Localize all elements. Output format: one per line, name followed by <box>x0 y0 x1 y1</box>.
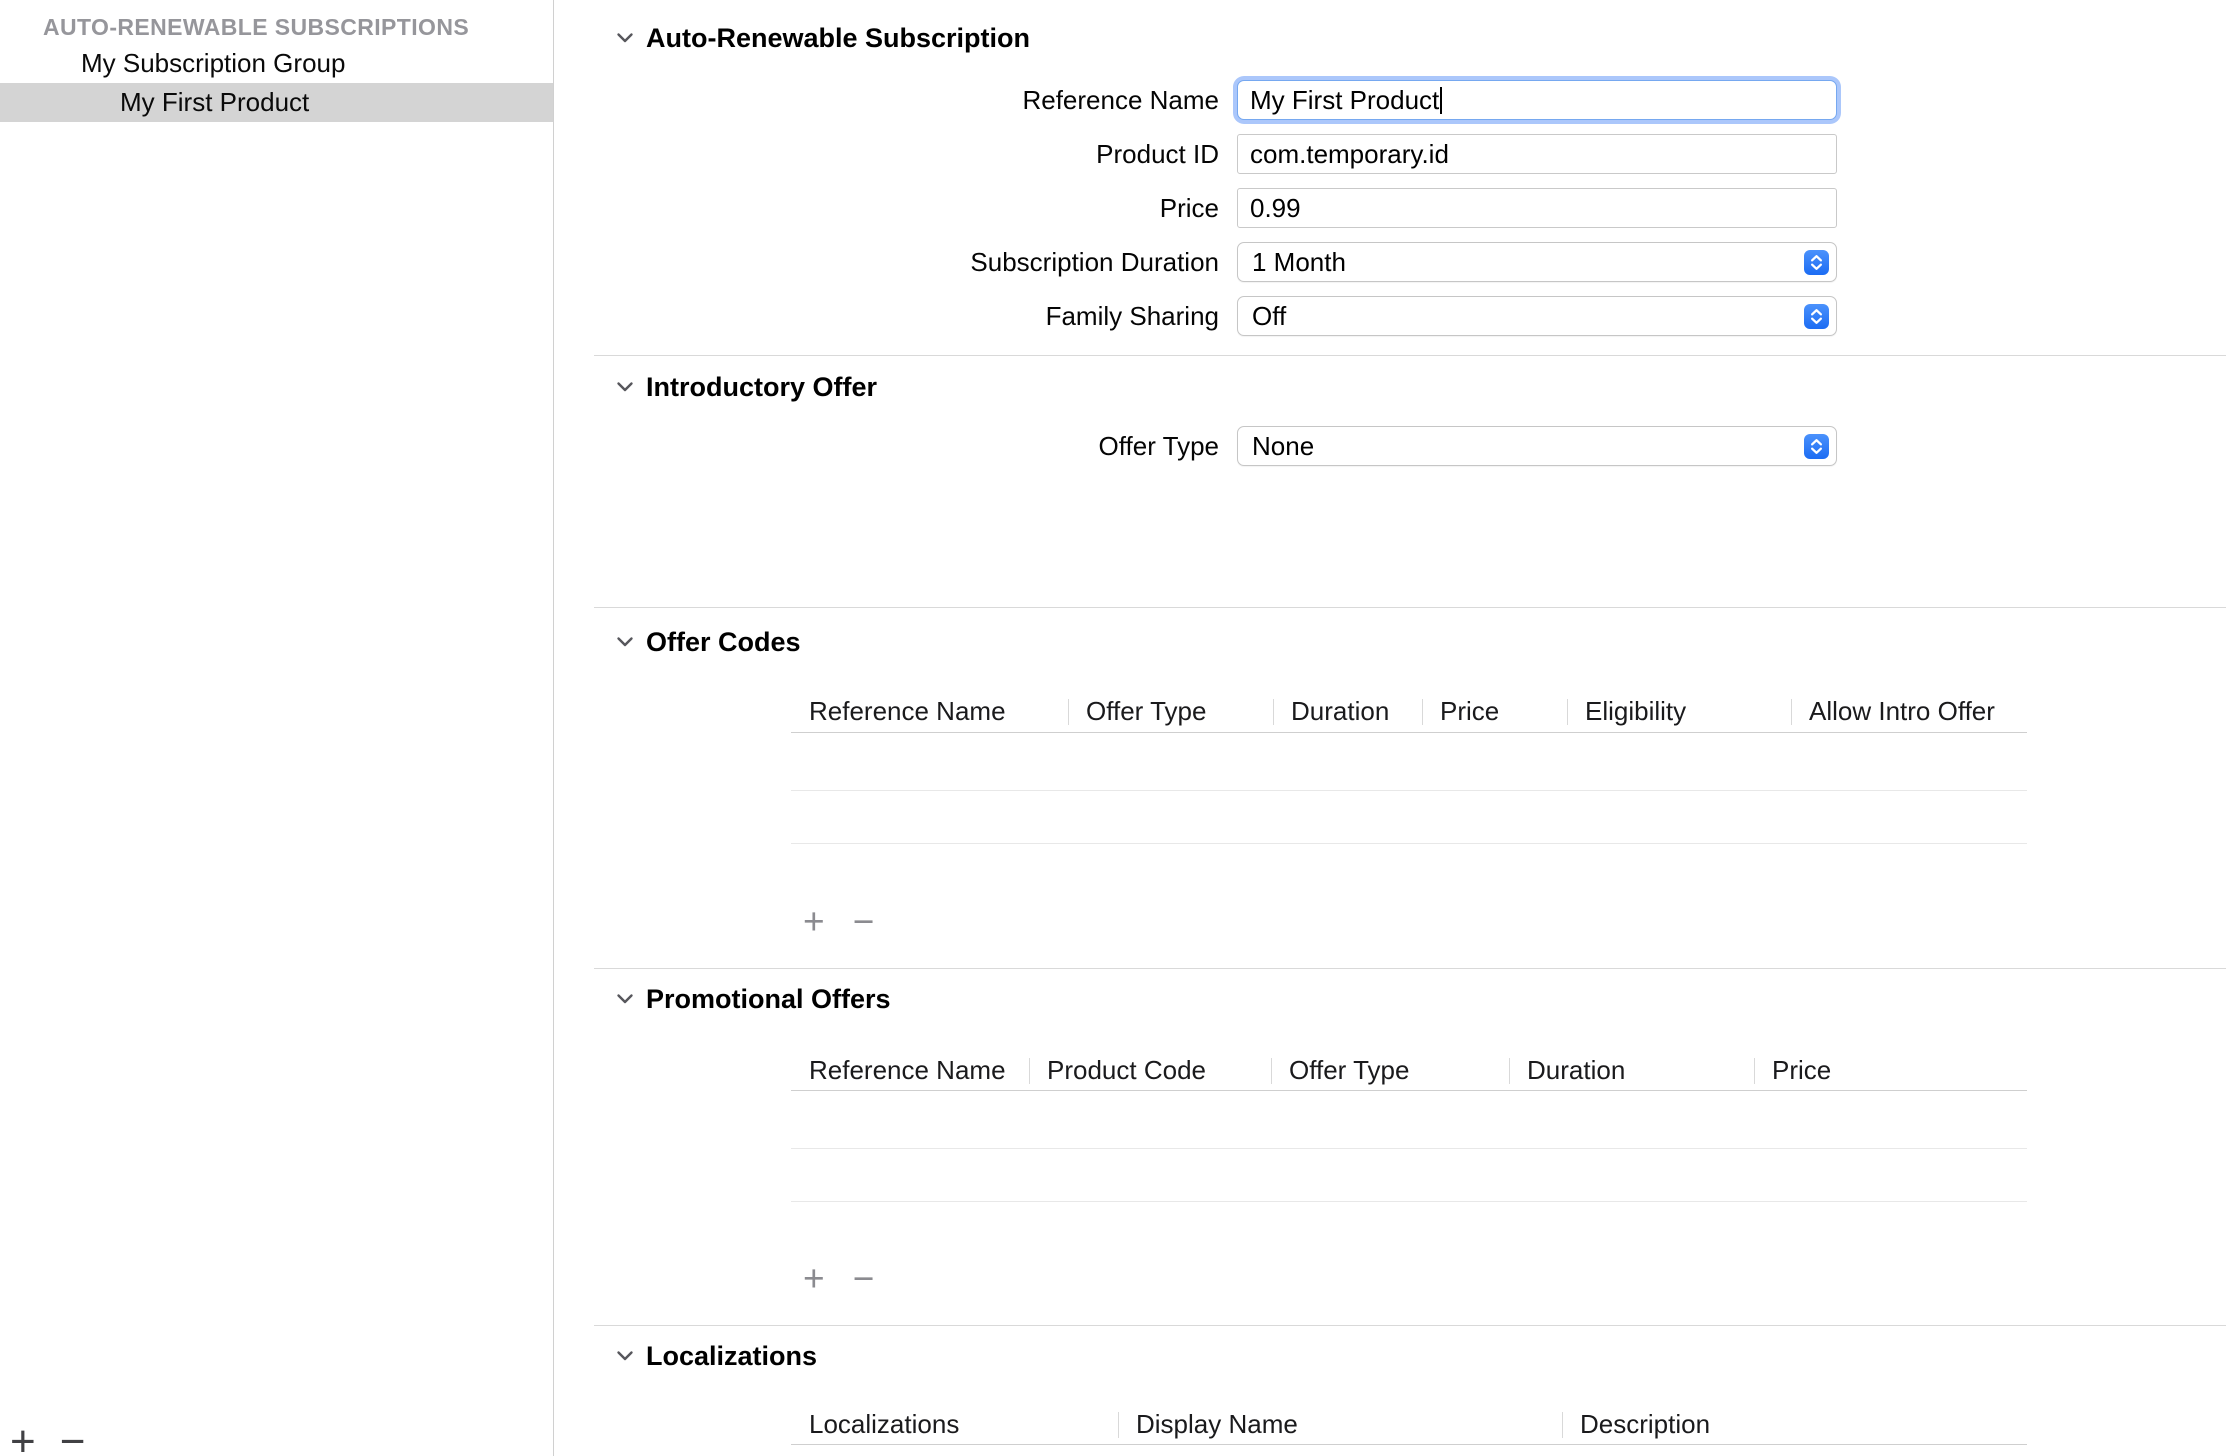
product-id-field[interactable] <box>1237 134 1837 174</box>
column-header[interactable]: Localizations <box>791 1405 1118 1444</box>
column-header[interactable]: Description <box>1562 1405 2027 1444</box>
section-title: Localizations <box>646 1341 817 1372</box>
section-title: Promotional Offers <box>646 984 891 1015</box>
add-icon[interactable]: + <box>803 903 825 940</box>
column-header[interactable]: Allow Intro Offer <box>1791 691 2027 732</box>
localizations-table: Localizations Display Name Description <box>791 1405 2027 1456</box>
subscription-duration-select[interactable]: 1 Month <box>1237 242 1837 282</box>
sidebar-section-header: AUTO-RENEWABLE SUBSCRIPTIONS <box>43 10 553 44</box>
field-value: My First Product <box>1250 85 1439 116</box>
select-value: None <box>1252 431 1804 462</box>
column-header[interactable]: Duration <box>1273 691 1422 732</box>
empty-table-row <box>791 733 2027 791</box>
form-row: Family Sharing Off <box>555 296 2226 336</box>
offer-type-select[interactable]: None <box>1237 426 1837 466</box>
editor-content: Auto-Renewable Subscription Reference Na… <box>555 0 2226 1456</box>
section-divider <box>594 607 2226 608</box>
field-label-reference-name: Reference Name <box>555 85 1219 116</box>
column-header[interactable]: Reference Name <box>791 1051 1029 1090</box>
price-field[interactable] <box>1237 188 1837 228</box>
section-title: Offer Codes <box>646 627 801 658</box>
column-header[interactable]: Display Name <box>1118 1405 1562 1444</box>
chevron-down-icon[interactable] <box>613 1344 637 1368</box>
form-row: Offer Type None <box>555 426 2226 466</box>
form-row: Product ID <box>555 134 2226 174</box>
empty-table-row <box>791 1149 2027 1202</box>
empty-table-row <box>791 1445 2027 1456</box>
table-header-row: Localizations Display Name Description <box>791 1405 2027 1445</box>
remove-icon[interactable]: − <box>853 1260 875 1297</box>
table-header-row: Reference Name Offer Type Duration Price… <box>791 691 2027 733</box>
sidebar-item-subscription-group[interactable]: My Subscription Group <box>0 44 553 83</box>
section-header-promotional-offers: Promotional Offers <box>613 985 2226 1013</box>
column-header[interactable]: Eligibility <box>1567 691 1791 732</box>
chevron-down-icon[interactable] <box>613 987 637 1011</box>
field-label-price: Price <box>555 193 1219 224</box>
empty-table-row <box>791 1091 2027 1149</box>
field-label-product-id: Product ID <box>555 139 1219 170</box>
sidebar-item-my-first-product[interactable]: My First Product <box>0 83 553 122</box>
family-sharing-select[interactable]: Off <box>1237 296 1837 336</box>
section-title: Introductory Offer <box>646 372 877 403</box>
column-header[interactable]: Duration <box>1509 1051 1754 1090</box>
field-label-family-sharing: Family Sharing <box>555 301 1219 332</box>
form-row: Reference Name My First Product <box>555 80 2226 120</box>
section-title: Auto-Renewable Subscription <box>646 23 1030 54</box>
column-header[interactable]: Offer Type <box>1068 691 1273 732</box>
chevron-down-icon[interactable] <box>613 375 637 399</box>
remove-icon[interactable]: − <box>853 903 875 940</box>
chevron-down-icon[interactable] <box>613 630 637 654</box>
sidebar-item-label: My First Product <box>120 87 309 118</box>
column-header[interactable]: Product Code <box>1029 1051 1271 1090</box>
section-header-localizations: Localizations <box>613 1342 2226 1370</box>
select-value: 1 Month <box>1252 247 1804 278</box>
column-header[interactable]: Price <box>1754 1051 2027 1090</box>
popup-stepper-icon <box>1804 250 1829 275</box>
promotional-offers-table: Reference Name Product Code Offer Type D… <box>791 1051 2027 1202</box>
column-header[interactable]: Offer Type <box>1271 1051 1509 1090</box>
section-divider <box>594 355 2226 356</box>
sidebar-item-label: My Subscription Group <box>81 48 345 79</box>
select-value: Off <box>1252 301 1804 332</box>
offer-codes-table: Reference Name Offer Type Duration Price… <box>791 691 2027 844</box>
offer-codes-actions: + − <box>803 903 2226 939</box>
field-label-subscription-duration: Subscription Duration <box>555 247 1219 278</box>
column-header[interactable]: Price <box>1422 691 1567 732</box>
remove-icon[interactable]: − <box>60 1420 86 1456</box>
chevron-down-icon[interactable] <box>613 26 637 50</box>
section-header-subscription: Auto-Renewable Subscription <box>613 24 2226 52</box>
popup-stepper-icon <box>1804 434 1829 459</box>
reference-name-field[interactable]: My First Product <box>1237 80 1837 120</box>
section-header-introductory-offer: Introductory Offer <box>613 373 2226 401</box>
sidebar-actions: + − <box>10 1420 85 1456</box>
empty-table-row <box>791 791 2027 844</box>
table-header-row: Reference Name Product Code Offer Type D… <box>791 1051 2027 1091</box>
form-row: Price <box>555 188 2226 228</box>
sidebar: AUTO-RENEWABLE SUBSCRIPTIONS My Subscrip… <box>0 0 554 1456</box>
text-cursor <box>1440 87 1442 114</box>
introductory-offer-form: Offer Type None <box>555 426 2226 466</box>
storekit-configuration-window: AUTO-RENEWABLE SUBSCRIPTIONS My Subscrip… <box>0 0 2226 1456</box>
section-divider <box>594 1325 2226 1326</box>
subscription-form: Reference Name My First Product Product … <box>555 80 2226 336</box>
section-divider <box>594 968 2226 969</box>
form-row: Subscription Duration 1 Month <box>555 242 2226 282</box>
add-icon[interactable]: + <box>10 1420 36 1456</box>
field-label-offer-type: Offer Type <box>555 431 1219 462</box>
column-header[interactable]: Reference Name <box>791 691 1068 732</box>
add-icon[interactable]: + <box>803 1260 825 1297</box>
promotional-offers-actions: + − <box>803 1260 2226 1296</box>
section-header-offer-codes: Offer Codes <box>613 628 2226 656</box>
popup-stepper-icon <box>1804 304 1829 329</box>
